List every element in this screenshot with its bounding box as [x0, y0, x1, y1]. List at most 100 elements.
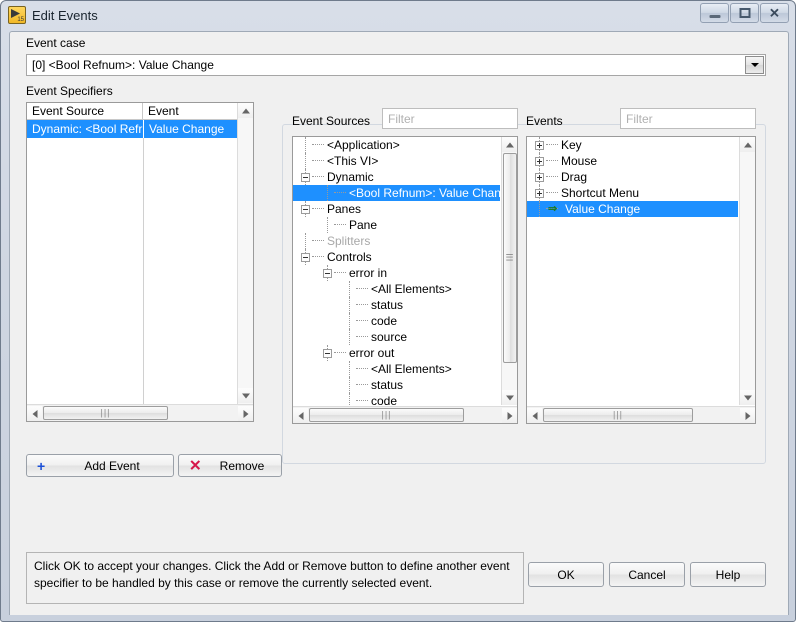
tree-connector	[312, 208, 324, 210]
scroll-up-arrow-icon[interactable]	[740, 137, 755, 152]
close-button[interactable]: ✕	[760, 3, 789, 23]
scroll-left-arrow-icon[interactable]	[27, 406, 42, 421]
specifiers-hscroll-thumb[interactable]: |||	[43, 406, 168, 420]
title-bar: 15 Edit Events ✕	[1, 1, 795, 31]
tree-item[interactable]: Splitters	[293, 233, 500, 249]
collapse-icon[interactable]	[323, 269, 332, 278]
event-arrow-icon: ⇒	[548, 203, 558, 215]
collapse-icon[interactable]	[301, 173, 310, 182]
tree-guide-line	[349, 377, 351, 393]
tree-connector	[356, 400, 368, 402]
tree-guide-line	[349, 393, 351, 405]
tree-item-label: Value Change	[565, 202, 641, 216]
events-vertical-scrollbar[interactable]	[739, 137, 755, 405]
events-horizontal-scrollbar[interactable]: |||	[527, 406, 755, 423]
tree-item-label: status	[371, 378, 404, 392]
tree-item[interactable]: Pane	[293, 217, 500, 233]
column-header-event-source: Event Source	[27, 103, 143, 119]
tree-item[interactable]: error in	[293, 265, 500, 281]
tree-guide-line	[305, 137, 307, 153]
scroll-grip: |||	[100, 407, 111, 418]
sources-vscroll-thumb[interactable]: ☰	[503, 153, 517, 363]
scroll-down-arrow-icon[interactable]	[238, 388, 253, 403]
tree-item[interactable]: Panes	[293, 201, 500, 217]
tree-item[interactable]: Controls	[293, 249, 500, 265]
expand-icon[interactable]	[535, 157, 544, 166]
tree-connector	[334, 272, 346, 274]
tree-item[interactable]: <Application>	[293, 137, 500, 153]
events-tree-content: Key Mouse Drag Shortcut Menu ⇒ Value Change	[527, 137, 738, 405]
cancel-button[interactable]: Cancel	[609, 562, 685, 587]
specifiers-vertical-scrollbar[interactable]	[237, 103, 253, 421]
event-sources-filter-input[interactable]: Filter	[382, 108, 518, 129]
scroll-up-arrow-icon[interactable]	[238, 103, 253, 118]
event-sources-horizontal-scrollbar[interactable]: |||	[293, 406, 517, 423]
tree-item[interactable]: status	[293, 377, 500, 393]
expand-icon[interactable]	[535, 189, 544, 198]
tree-item[interactable]: code	[293, 393, 500, 405]
scroll-down-arrow-icon[interactable]	[502, 390, 517, 405]
scroll-grip: |||	[381, 409, 392, 420]
column-divider	[143, 138, 144, 406]
tree-connector	[312, 144, 324, 146]
scroll-down-arrow-icon[interactable]	[740, 390, 755, 405]
sources-hscroll-thumb[interactable]: |||	[309, 408, 464, 422]
tree-item[interactable]: source	[293, 329, 500, 345]
add-event-button[interactable]: + Add Event	[26, 454, 174, 477]
events-hscroll-thumb[interactable]: |||	[543, 408, 693, 422]
ok-button[interactable]: OK	[528, 562, 604, 587]
collapse-icon[interactable]	[301, 205, 310, 214]
scroll-grip: |||	[612, 409, 624, 420]
event-specifiers-list[interactable]: Event Source Event Dynamic: <Bool Refr V…	[26, 102, 254, 422]
chevron-down-icon[interactable]	[745, 56, 764, 74]
event-case-combobox[interactable]: [0] <Bool Refnum>: Value Change	[26, 54, 766, 76]
events-filter-input[interactable]: Filter	[620, 108, 756, 129]
tree-item[interactable]: <This VI>	[293, 153, 500, 169]
help-button[interactable]: Help	[690, 562, 766, 587]
tree-item[interactable]: <Bool Refnum>: Value Chang	[293, 185, 500, 201]
tree-connector	[312, 240, 324, 242]
help-description-text: Click OK to accept your changes. Click t…	[34, 559, 510, 590]
tree-item[interactable]: status	[293, 297, 500, 313]
tree-connector	[312, 160, 324, 162]
tree-item-label: error out	[349, 346, 395, 360]
tree-guide-line	[349, 361, 351, 377]
scroll-up-arrow-icon[interactable]	[502, 137, 517, 152]
collapse-icon[interactable]	[323, 349, 332, 358]
tree-item-label: source	[371, 330, 408, 344]
ok-label: OK	[557, 567, 575, 582]
tree-item-label: Shortcut Menu	[561, 186, 640, 200]
event-specifiers-header: Event Source Event	[27, 103, 253, 120]
tree-item[interactable]: <All Elements>	[293, 281, 500, 297]
minimize-button[interactable]	[700, 3, 729, 23]
expand-icon[interactable]	[535, 173, 544, 182]
specifiers-horizontal-scrollbar[interactable]: |||	[27, 404, 253, 421]
tree-item[interactable]: Key	[527, 137, 738, 153]
scroll-right-arrow-icon[interactable]	[238, 406, 253, 421]
tree-connector	[356, 304, 368, 306]
scroll-left-arrow-icon[interactable]	[527, 408, 542, 423]
tree-item-label: Controls	[327, 250, 372, 264]
maximize-button[interactable]	[730, 3, 759, 23]
tree-item[interactable]: <All Elements>	[293, 361, 500, 377]
remove-button[interactable]: ✕ Remove	[178, 454, 282, 477]
tree-item[interactable]: code	[293, 313, 500, 329]
expand-icon[interactable]	[535, 141, 544, 150]
tree-item[interactable]: Mouse	[527, 153, 738, 169]
events-tree[interactable]: Key Mouse Drag Shortcut Menu ⇒ Value Change |…	[526, 136, 756, 424]
scroll-right-arrow-icon[interactable]	[502, 408, 517, 423]
tree-item[interactable]: error out	[293, 345, 500, 361]
collapse-icon[interactable]	[301, 253, 310, 262]
tree-item[interactable]: Shortcut Menu	[527, 185, 738, 201]
event-sources-tree[interactable]: <Application> <This VI> Dynamic <Bool Refnu…	[292, 136, 518, 424]
tree-item[interactable]: Dynamic	[293, 169, 500, 185]
scroll-right-arrow-icon[interactable]	[740, 408, 755, 423]
tree-item[interactable]: Drag	[527, 169, 738, 185]
event-sources-vertical-scrollbar[interactable]: ☰	[501, 137, 517, 405]
tree-item[interactable]: ⇒ Value Change	[527, 201, 738, 217]
x-icon: ✕	[189, 457, 202, 474]
table-row[interactable]: Dynamic: <Bool Refr Value Change	[27, 120, 253, 138]
window-title: Edit Events	[32, 8, 98, 23]
tree-item-label: error in	[349, 266, 388, 280]
scroll-left-arrow-icon[interactable]	[293, 408, 308, 423]
